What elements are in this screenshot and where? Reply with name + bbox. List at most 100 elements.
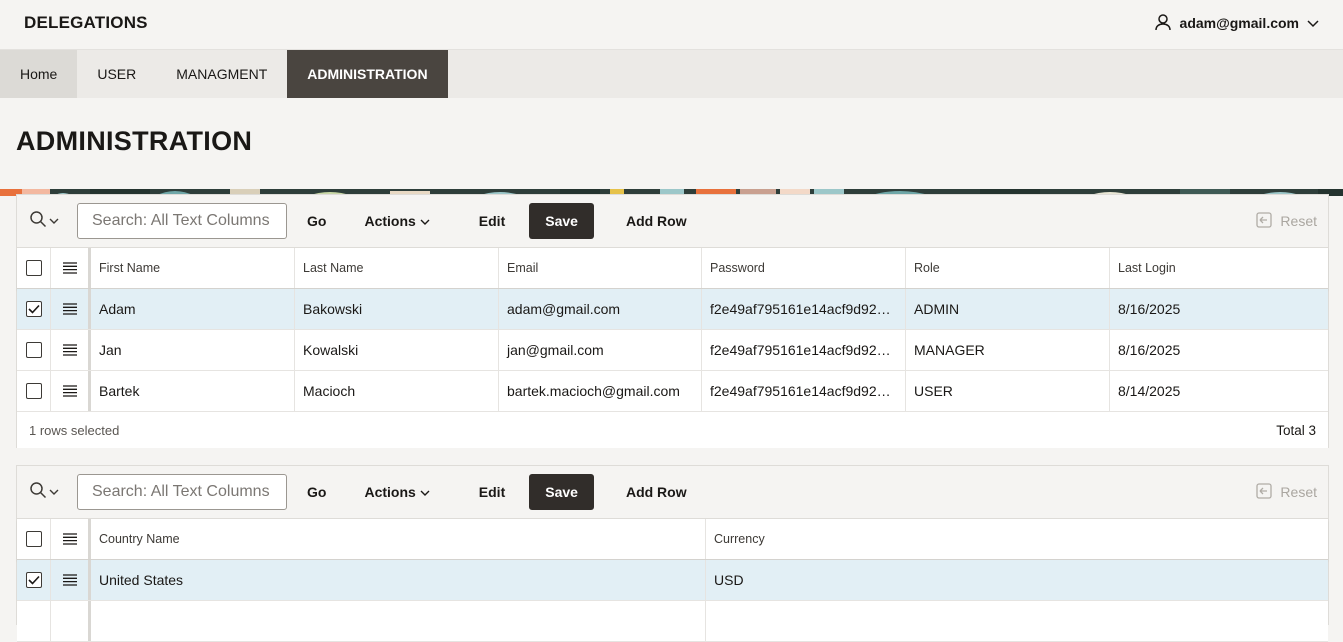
table-row[interactable]: Jan Kowalski jan@gmail.com f2e49af795161… bbox=[17, 330, 1328, 371]
actions-header-cell bbox=[51, 519, 91, 559]
cell-password-text: f2e49af795161e14acf9d924ee0eec7a5d37ad9d bbox=[710, 342, 898, 358]
reset-button[interactable]: Reset bbox=[1256, 474, 1317, 510]
row-menu-icon[interactable] bbox=[62, 574, 78, 586]
search-columns-menu[interactable] bbox=[29, 210, 75, 233]
edit-button[interactable]: Edit bbox=[479, 203, 505, 239]
go-button[interactable]: Go bbox=[307, 474, 326, 510]
save-button[interactable]: Save bbox=[529, 474, 594, 510]
cell-last-login[interactable]: 8/16/2025 bbox=[1110, 330, 1326, 370]
cell-currency[interactable]: USD bbox=[706, 560, 1328, 600]
select-all-cell bbox=[17, 248, 51, 288]
cell-password[interactable]: f2e49af795161e14acf9d924ee0eec7a5d37ad9d bbox=[702, 330, 906, 370]
table-row[interactable]: United States USD bbox=[17, 560, 1328, 601]
column-header-currency[interactable]: Currency bbox=[706, 519, 1328, 559]
nav-item-user[interactable]: USER bbox=[77, 50, 156, 98]
column-header-country-name[interactable]: Country Name bbox=[91, 519, 706, 559]
user-menu[interactable]: adam@gmail.com bbox=[1154, 12, 1319, 34]
cell-first-name[interactable]: Adam bbox=[91, 289, 295, 329]
nav-bar: Home USER MANAGMENT ADMINISTRATION bbox=[0, 50, 1343, 98]
row-actions-cell bbox=[51, 289, 91, 329]
row-menu-icon[interactable] bbox=[62, 385, 78, 397]
total-count: Total 3 bbox=[1276, 422, 1316, 438]
reset-label: Reset bbox=[1280, 213, 1317, 229]
select-all-checkbox[interactable] bbox=[25, 260, 42, 276]
table-row[interactable]: Adam Bakowski adam@gmail.com f2e49af7951… bbox=[17, 289, 1328, 330]
cell-last-login[interactable]: 8/14/2025 bbox=[1110, 371, 1326, 411]
row-checkbox-checked[interactable] bbox=[25, 301, 42, 317]
row-actions-cell bbox=[51, 371, 91, 411]
reset-label: Reset bbox=[1280, 484, 1317, 500]
row-select-cell bbox=[17, 560, 51, 600]
nav-item-home[interactable]: Home bbox=[0, 50, 78, 98]
row-checkbox[interactable] bbox=[25, 383, 42, 399]
row-select-cell bbox=[17, 289, 51, 329]
top-bar: DELEGATIONS adam@gmail.com bbox=[0, 0, 1343, 50]
column-header-role[interactable]: Role bbox=[906, 248, 1110, 288]
add-row-button[interactable]: Add Row bbox=[626, 474, 687, 510]
cell-password-text: f2e49af795161e14acf9d924ee0eec7a5d37ad9d bbox=[710, 383, 898, 399]
search-input[interactable] bbox=[77, 203, 287, 239]
cell-last-name[interactable]: Macioch bbox=[295, 371, 499, 411]
actions-menu-button[interactable]: Actions bbox=[364, 474, 430, 510]
cell-email[interactable]: adam@gmail.com bbox=[499, 289, 702, 329]
users-grid-footer: 1 rows selected Total 3 bbox=[17, 412, 1328, 448]
add-row-button[interactable]: Add Row bbox=[626, 203, 687, 239]
row-checkbox-checked[interactable] bbox=[25, 572, 42, 588]
column-header-last-name[interactable]: Last Name bbox=[295, 248, 499, 288]
users-grid-toolbar: Go Actions Edit Save Add Row Reset bbox=[17, 195, 1328, 247]
search-input[interactable] bbox=[77, 474, 287, 510]
row-menu-icon[interactable] bbox=[62, 303, 78, 315]
cell-email[interactable]: bartek.macioch@gmail.com bbox=[499, 371, 702, 411]
chevron-down-icon bbox=[420, 213, 430, 229]
cell-password[interactable]: f2e49af795161e14acf9d924ee0eec7a5d37ad9d bbox=[702, 289, 906, 329]
reset-button[interactable]: Reset bbox=[1256, 203, 1317, 239]
cell-role[interactable]: USER bbox=[906, 371, 1110, 411]
cell-last-login[interactable]: 8/16/2025 bbox=[1110, 289, 1326, 329]
column-header-last-login[interactable]: Last Login bbox=[1110, 248, 1326, 288]
countries-grid-toolbar: Go Actions Edit Save Add Row Reset bbox=[17, 466, 1328, 518]
menu-icon[interactable] bbox=[62, 262, 78, 274]
reset-icon bbox=[1256, 482, 1273, 502]
row-actions-cell bbox=[51, 560, 91, 600]
search-icon bbox=[29, 481, 47, 504]
cell-currency[interactable] bbox=[706, 601, 1328, 641]
row-menu-icon[interactable] bbox=[62, 344, 78, 356]
save-button[interactable]: Save bbox=[529, 203, 594, 239]
edit-button[interactable]: Edit bbox=[479, 474, 505, 510]
nav-item-administration[interactable]: ADMINISTRATION bbox=[287, 50, 448, 98]
actions-header-cell bbox=[51, 248, 91, 288]
cell-password-text: f2e49af795161e14acf9d924ee0eec7a5d37ad9d bbox=[710, 301, 898, 317]
countries-table: Country Name Currency United States USD bbox=[17, 518, 1328, 642]
cell-password[interactable]: f2e49af795161e14acf9d924ee0eec7a5d37ad9d bbox=[702, 371, 906, 411]
select-all-checkbox[interactable] bbox=[25, 531, 42, 547]
column-header-first-name[interactable]: First Name bbox=[91, 248, 295, 288]
cell-role[interactable]: MANAGER bbox=[906, 330, 1110, 370]
cell-country-name[interactable] bbox=[91, 601, 706, 641]
cell-last-name[interactable]: Kowalski bbox=[295, 330, 499, 370]
column-header-password[interactable]: Password bbox=[702, 248, 906, 288]
go-button[interactable]: Go bbox=[307, 203, 326, 239]
users-table: First Name Last Name Email Password Role… bbox=[17, 247, 1328, 412]
cell-role[interactable]: ADMIN bbox=[906, 289, 1110, 329]
countries-grid-region: Go Actions Edit Save Add Row Reset bbox=[16, 465, 1329, 642]
row-checkbox[interactable] bbox=[25, 342, 42, 358]
users-grid-region: Go Actions Edit Save Add Row Reset bbox=[16, 194, 1329, 448]
chevron-down-icon bbox=[1307, 15, 1319, 31]
actions-menu-button[interactable]: Actions bbox=[364, 203, 430, 239]
table-row[interactable] bbox=[17, 601, 1328, 642]
select-all-cell bbox=[17, 519, 51, 559]
cell-country-name[interactable]: United States bbox=[91, 560, 706, 600]
table-row[interactable]: Bartek Macioch bartek.macioch@gmail.com … bbox=[17, 371, 1328, 412]
reset-icon bbox=[1256, 211, 1273, 231]
nav-item-managment[interactable]: MANAGMENT bbox=[156, 50, 287, 98]
actions-label: Actions bbox=[364, 484, 416, 500]
cell-last-name[interactable]: Bakowski bbox=[295, 289, 499, 329]
cell-email[interactable]: jan@gmail.com bbox=[499, 330, 702, 370]
cell-first-name[interactable]: Bartek bbox=[91, 371, 295, 411]
chevron-down-icon bbox=[420, 484, 430, 500]
column-header-email[interactable]: Email bbox=[499, 248, 702, 288]
cell-first-name[interactable]: Jan bbox=[91, 330, 295, 370]
menu-icon[interactable] bbox=[62, 533, 78, 545]
app-title[interactable]: DELEGATIONS bbox=[24, 13, 148, 33]
search-columns-menu[interactable] bbox=[29, 481, 75, 504]
